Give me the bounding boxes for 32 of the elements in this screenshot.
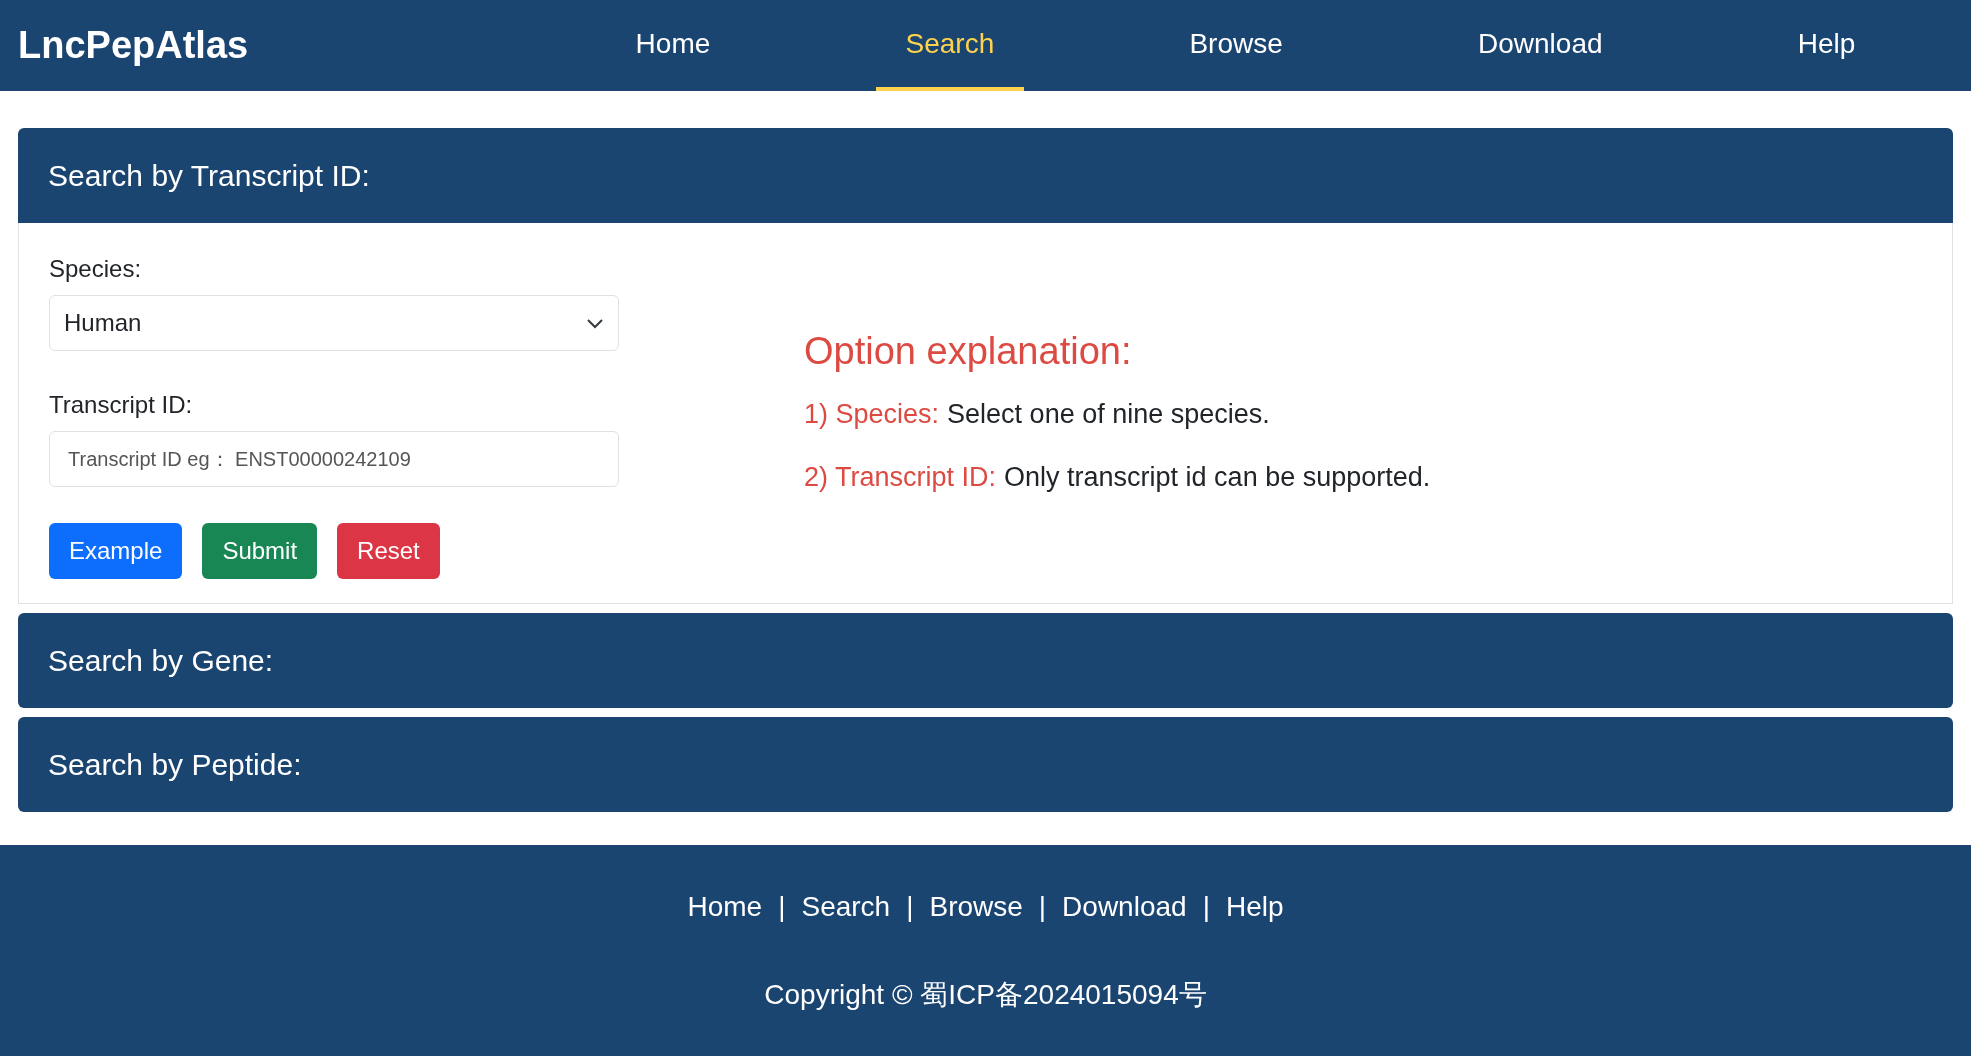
separator: | (1202, 889, 1210, 924)
separator: | (778, 889, 786, 924)
footer-link[interactable]: Help (1225, 885, 1284, 928)
section-header[interactable]: Search by Transcript ID: (18, 128, 1953, 223)
footer-link[interactable]: Home (687, 885, 763, 928)
submit-button[interactable]: Submit (202, 523, 318, 579)
nav-link[interactable]: Search (875, 0, 1025, 91)
nav-link[interactable]: Help (1767, 0, 1886, 91)
nav-link[interactable]: Home (605, 0, 741, 91)
transcript-id-input[interactable]: Transcript ID eg： ENST00000242109 (49, 431, 619, 487)
option-description: Select one of nine species. (947, 398, 1270, 431)
footer-link[interactable]: Browse (929, 885, 1023, 928)
footer-link[interactable]: Search (801, 885, 891, 928)
section-header[interactable]: Search by Gene: (18, 613, 1953, 708)
copyright-text: Copyright © 蜀ICP备2024015094号 (764, 977, 1207, 1012)
nav-link[interactable]: Browse (1159, 0, 1313, 91)
footer-link[interactable]: Download (1062, 885, 1187, 928)
field-label: Transcript ID: (49, 390, 194, 420)
option-description: Only transcript id can be supported. (1004, 460, 1431, 494)
example-button[interactable]: Example (49, 523, 183, 579)
reset-button[interactable]: Reset (337, 523, 440, 579)
option-label: 1) Species: (804, 398, 940, 431)
site-logo[interactable]: LncPepAtlas (18, 17, 538, 74)
option-label: 2) Transcript ID: (804, 460, 997, 494)
separator: | (1038, 889, 1047, 924)
species-select[interactable]: Human (49, 295, 619, 351)
field-label: Species: (49, 254, 143, 284)
section-header[interactable]: Search by Peptide: (18, 717, 1953, 812)
nav-link[interactable]: Download (1448, 0, 1633, 91)
chevron-down-icon (586, 317, 604, 329)
explanation-title: Option explanation: (804, 329, 1133, 374)
separator: | (906, 889, 914, 924)
